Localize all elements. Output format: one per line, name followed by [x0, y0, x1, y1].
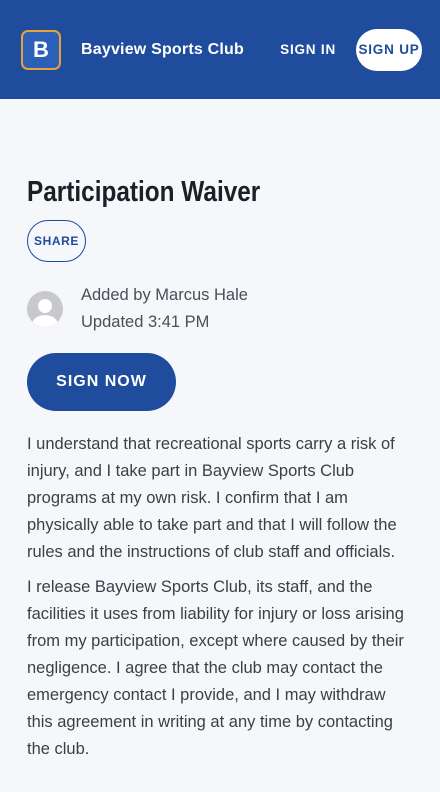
document-content: Participation Waiver SHARE Added by Marc…: [0, 99, 440, 763]
top-nav-bar: B Bayview Sports Club SIGN IN SIGN UP: [0, 0, 440, 99]
club-logo[interactable]: B: [21, 29, 61, 70]
waiver-paragraph-2: I release Bayview Sports Club, its staff…: [27, 578, 404, 758]
logo-letter: B: [33, 36, 49, 62]
sign-in-link[interactable]: SIGN IN: [280, 42, 336, 57]
updated-time-text: Updated 3:41 PM: [81, 313, 210, 331]
user-avatar-icon: [27, 291, 63, 327]
brand-name[interactable]: Bayview Sports Club: [81, 41, 244, 59]
waiver-paragraph-1: I understand that recreational sports ca…: [27, 435, 397, 561]
sign-now-button[interactable]: SIGN NOW: [27, 353, 176, 411]
added-by-text: Added by Marcus Hale: [81, 286, 248, 304]
page-title: Participation Waiver: [27, 176, 261, 208]
document-meta: Added by Marcus Hale Updated 3:41 PM: [27, 282, 413, 336]
sign-up-button[interactable]: SIGN UP: [356, 28, 422, 71]
share-button[interactable]: SHARE: [27, 220, 86, 262]
